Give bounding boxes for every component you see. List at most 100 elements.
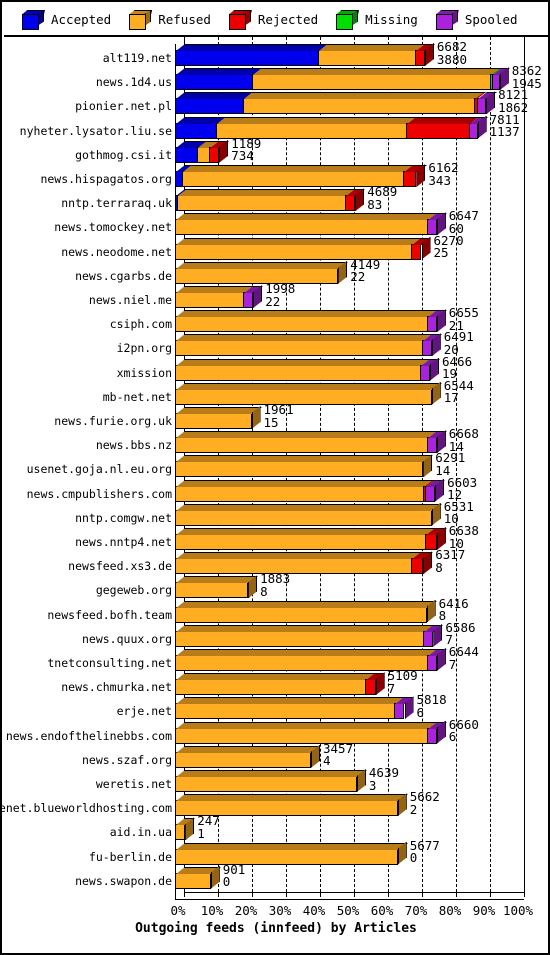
y-axis-category-label: news.quux.org	[81, 631, 172, 646]
bar-value-secondary: 22	[350, 269, 366, 285]
x-axis-tick-mark	[524, 892, 525, 897]
bar-value-label: 7811 1137	[489, 113, 520, 140]
bar-segment-top-face	[178, 189, 356, 197]
y-axis-category-label: nyheter.lysator.liu.se	[19, 123, 172, 138]
x-axis-tick-mark	[286, 892, 287, 897]
bar-value-label: 6416 8	[439, 597, 469, 623]
x-axis-tick-mark	[218, 892, 219, 897]
x-axis-tick-mark	[388, 892, 389, 897]
bar-segment-top-face	[176, 382, 442, 390]
bar-segment-refused	[251, 68, 500, 91]
bar-segment-top-face	[176, 407, 262, 414]
bar-value-label: 6491 20	[444, 331, 474, 356]
bar-end-cap	[477, 115, 487, 139]
bar-segment-refused	[175, 334, 432, 357]
y-axis-category-label: mb-net.net	[102, 389, 172, 404]
legend-swatch-icon	[129, 9, 153, 30]
gridline	[490, 37, 491, 892]
bar-segment-rejected	[402, 165, 427, 187]
bar-value-label: 8121 1862	[498, 89, 528, 114]
legend-label: Rejected	[257, 12, 319, 27]
bar-value-label: 6162 343	[428, 161, 458, 187]
bar-value-secondary: 6	[448, 729, 457, 745]
legend-swatch-icon	[228, 9, 252, 30]
bar-end-cap	[426, 599, 436, 623]
bar-value-secondary: 7	[448, 656, 457, 672]
bar-end-cap	[433, 623, 443, 647]
y-axis-category-label: news.chmurka.net	[61, 680, 172, 695]
bar-segment-top-face	[176, 624, 434, 632]
bar-value-secondary: 0	[409, 850, 418, 866]
bar-value-secondary: 15	[263, 414, 279, 430]
x-axis-tick-label: 40%	[302, 903, 326, 918]
bar-segment-top-face	[176, 455, 434, 463]
legend-accepted[interactable]: Accepted	[22, 9, 111, 30]
bar-value-label: 6682 3880	[437, 40, 467, 66]
bar-value-label: 5109 7	[388, 670, 418, 695]
x-axis-tick-mark	[184, 892, 185, 897]
bar-segment-top-face	[182, 165, 413, 172]
bar-segment-top-face	[176, 503, 442, 511]
bar-segment-top-face	[176, 770, 367, 777]
x-axis-tick-label: 30%	[268, 903, 292, 918]
legend-rejected[interactable]: Rejected	[228, 9, 319, 30]
bar-value-label: 1961 15	[263, 403, 294, 430]
bar-end-cap	[424, 43, 434, 66]
y-axis-category-label: news.szaf.org	[81, 752, 172, 767]
y-axis-category-label: aid.in.ua	[109, 825, 172, 840]
bar-segment-refused	[175, 358, 430, 381]
bar-value-secondary: 1	[197, 825, 205, 841]
y-axis-category-label: fu-berlin.de	[88, 849, 172, 864]
bar-segment-accepted	[175, 116, 226, 139]
bar-value-label: 5818 6	[417, 694, 447, 719]
chart-page: Accepted Refused Rejected Missing Spooled 0%…	[0, 0, 550, 955]
bar-segment-top-face	[176, 237, 422, 245]
bar-segment-spooled	[469, 116, 488, 139]
legend-refused[interactable]: Refused	[129, 9, 211, 30]
y-axis-category-label: news.tomockey.net	[54, 220, 172, 235]
bar-end-cap	[210, 865, 220, 889]
bar-value-label: 5662 2	[410, 791, 440, 816]
y-axis-category-label: news.neodome.net	[61, 244, 172, 259]
bar-segment-refused	[317, 44, 425, 66]
bar-segment-refused	[175, 721, 437, 744]
bar-value-label: 1189 734	[231, 137, 261, 163]
bar-value-label: 6647 60	[449, 210, 479, 235]
x-axis-tick-label: 0%	[170, 903, 186, 918]
legend-spooled[interactable]: Spooled	[435, 9, 518, 30]
bar-value-label: 6291 14	[435, 452, 465, 477]
bar-value-secondary: 4	[323, 753, 331, 769]
bar-segment-accepted	[175, 92, 253, 115]
y-axis-category-label: news.endofthelinebbs.com	[5, 728, 172, 743]
bar-value-label: 4639 3	[369, 766, 399, 792]
bar-value-secondary: 17	[443, 390, 459, 406]
bar-segment-spooled	[426, 649, 447, 671]
bar-segment-accepted	[175, 68, 262, 91]
x-axis-tick-label: 60%	[370, 903, 394, 918]
bar-value-label: 6603 12	[447, 476, 477, 502]
bar-segment-refused	[243, 92, 485, 115]
bar-value-secondary: 1137	[489, 124, 520, 140]
legend-swatch-icon	[435, 9, 459, 30]
bar-end-cap	[423, 454, 433, 478]
bar-segment-refused	[175, 213, 437, 236]
legend-missing[interactable]: Missing	[336, 9, 418, 30]
bar-segment-refused	[175, 261, 349, 284]
bar-end-cap	[397, 793, 407, 817]
bar-value-label: 6544 17	[443, 379, 474, 406]
bar-end-cap	[423, 551, 433, 575]
y-axis-category-label: csiph.com	[109, 317, 172, 332]
x-axis-tick-mark	[252, 892, 253, 897]
bar-segment-rejected	[365, 673, 386, 696]
bar-segment-top-face	[176, 842, 408, 850]
bar-value-secondary: 8	[435, 559, 443, 575]
x-axis-tick-mark	[422, 892, 423, 897]
bar-segment-refused	[175, 600, 437, 623]
y-axis-category-label: news.1d4.us	[95, 75, 172, 90]
y-axis-category-label: nntp.comgw.net	[75, 510, 172, 525]
bar-segment-refused	[175, 528, 435, 550]
bar-end-cap	[404, 696, 414, 720]
bar-value-secondary: 83	[367, 196, 383, 212]
bar-value-label: 247 1	[197, 815, 220, 840]
y-axis-category-label: tnetconsulting.net	[47, 656, 172, 670]
